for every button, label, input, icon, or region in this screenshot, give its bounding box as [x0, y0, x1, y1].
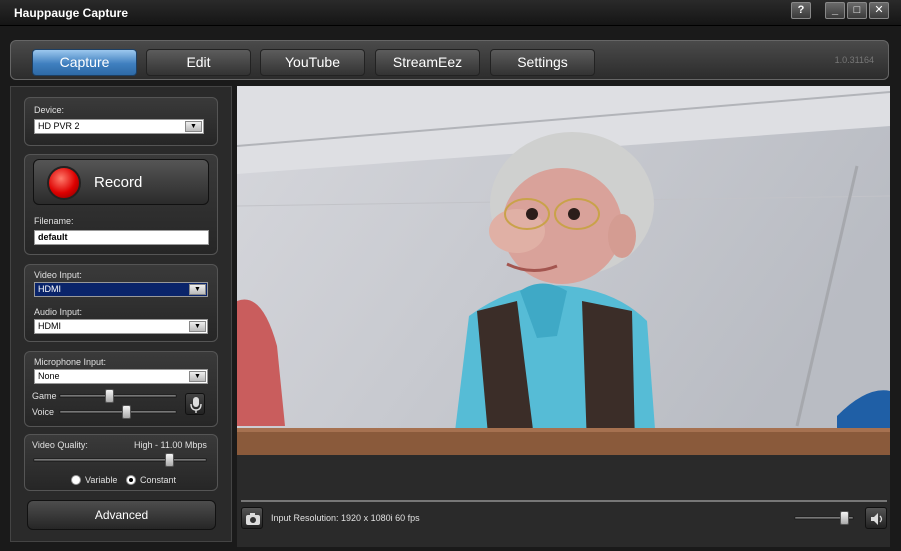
maximize-button[interactable]: □ — [847, 2, 867, 19]
chevron-down-icon[interactable]: ▼ — [185, 121, 202, 132]
tab-edit[interactable]: Edit — [146, 49, 251, 76]
preview-frame-image — [237, 86, 890, 455]
preview-status-bar: Input Resolution: 1920 x 1080i 60 fps — [237, 455, 890, 547]
game-label: Game — [32, 391, 57, 401]
game-slider[interactable] — [59, 394, 177, 398]
audio-input-value: HDMI — [38, 321, 61, 331]
filename-input[interactable]: default — [34, 230, 209, 245]
voice-label: Voice — [32, 407, 55, 417]
game-slider-thumb[interactable] — [104, 389, 114, 403]
minimize-button[interactable]: _ — [825, 2, 845, 19]
device-panel: Device: HD PVR 2 ▼ — [24, 97, 218, 146]
video-quality-slider[interactable] — [33, 458, 207, 462]
tab-youtube[interactable]: YouTube — [260, 49, 365, 76]
microphone-select[interactable]: None ▼ — [34, 369, 208, 384]
tab-streameez[interactable]: StreamEez — [375, 49, 480, 76]
input-resolution-text: Input Resolution: 1920 x 1080i 60 fps — [271, 513, 420, 523]
microphone-panel: Microphone Input: None ▼ Game Voice — [24, 351, 218, 427]
record-icon — [47, 166, 81, 200]
title-bar: Hauppauge Capture ? _ □ ✕ — [0, 0, 901, 26]
video-quality-value: High - 11.00 Mbps — [134, 440, 207, 450]
timeline-divider — [241, 500, 887, 502]
video-input-label: Video Input: — [34, 270, 82, 280]
advanced-button[interactable]: Advanced — [27, 500, 216, 530]
variable-label: Variable — [85, 475, 118, 485]
audio-input-label: Audio Input: — [34, 307, 83, 317]
mute-button[interactable] — [865, 507, 887, 529]
constant-label: Constant — [140, 475, 177, 485]
video-quality-label: Video Quality: — [32, 440, 88, 450]
tab-capture[interactable]: Capture — [32, 49, 137, 76]
device-value: HD PVR 2 — [38, 121, 80, 131]
voice-slider-thumb[interactable] — [122, 405, 132, 419]
tab-settings[interactable]: Settings — [490, 49, 595, 76]
audio-input-select[interactable]: HDMI ▼ — [34, 319, 208, 334]
video-preview — [237, 86, 890, 455]
constant-radio[interactable] — [126, 475, 136, 485]
video-input-select[interactable]: HDMI ▼ — [34, 282, 208, 297]
microphone-label: Microphone Input: — [34, 357, 107, 367]
video-quality-slider-thumb[interactable] — [165, 453, 174, 467]
speaker-icon — [871, 513, 883, 525]
filename-label: Filename: — [34, 216, 74, 226]
chevron-down-icon[interactable]: ▼ — [189, 371, 206, 382]
volume-slider-thumb[interactable] — [839, 511, 849, 525]
record-label: Record — [94, 174, 143, 191]
capture-settings-pane: Device: HD PVR 2 ▼ Record Filename: defa… — [10, 86, 232, 542]
version-label: 1.0.31164 — [834, 55, 874, 65]
close-button[interactable]: ✕ — [869, 2, 889, 19]
microphone-value: None — [38, 371, 60, 381]
record-button[interactable]: Record — [33, 159, 209, 205]
input-panel: Video Input: HDMI ▼ Audio Input: HDMI ▼ — [24, 264, 218, 342]
device-select[interactable]: HD PVR 2 ▼ — [34, 119, 204, 134]
snapshot-button[interactable] — [241, 507, 263, 529]
camera-icon — [246, 513, 260, 525]
microphone-icon — [190, 397, 202, 413]
tab-bar: Capture Edit YouTube StreamEez Settings … — [10, 40, 889, 80]
device-label: Device: — [34, 105, 65, 115]
record-panel: Record Filename: default — [24, 154, 218, 255]
chevron-down-icon[interactable]: ▼ — [189, 321, 206, 332]
help-button[interactable]: ? — [791, 2, 811, 19]
app-title: Hauppauge Capture — [14, 6, 129, 20]
voice-slider[interactable] — [59, 410, 177, 414]
microphone-button[interactable] — [185, 393, 205, 415]
variable-radio[interactable] — [71, 475, 81, 485]
video-quality-panel: Video Quality: High - 11.00 Mbps Variabl… — [24, 434, 218, 491]
chevron-down-icon[interactable]: ▼ — [189, 284, 206, 295]
video-input-value: HDMI — [38, 284, 61, 294]
